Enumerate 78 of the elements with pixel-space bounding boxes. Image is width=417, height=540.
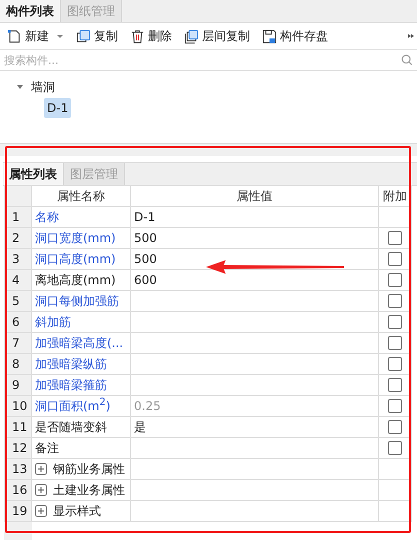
- checkbox[interactable]: [388, 399, 402, 413]
- more-icon[interactable]: [407, 32, 415, 40]
- property-value[interactable]: 是: [131, 417, 379, 438]
- copy-icon: [76, 28, 91, 44]
- property-value[interactable]: 600: [131, 270, 379, 291]
- checkbox[interactable]: [388, 441, 402, 455]
- checkbox[interactable]: [388, 357, 402, 371]
- property-name: 备注: [32, 438, 131, 459]
- column-header: 附加: [379, 186, 412, 207]
- checkbox[interactable]: [388, 231, 402, 245]
- checkbox[interactable]: [388, 420, 402, 434]
- toolbar-button[interactable]: 构件存盘: [259, 28, 331, 44]
- layer-copy-icon: [184, 28, 199, 44]
- table-cell: [379, 480, 412, 501]
- checkbox[interactable]: [388, 294, 402, 308]
- row-number: 2: [5, 228, 32, 249]
- row-number: 8: [5, 354, 32, 375]
- row-number: 9: [5, 375, 32, 396]
- empty-value-cell[interactable]: [131, 291, 379, 312]
- row-number: 12: [5, 438, 32, 459]
- column-header: 属性名称: [32, 186, 131, 207]
- row-number: 5: [5, 291, 32, 312]
- toolbar-button[interactable]: 复制: [73, 28, 121, 44]
- trash-icon: [130, 28, 145, 44]
- empty-value-cell[interactable]: [131, 438, 379, 459]
- row-number: 10: [5, 396, 32, 417]
- row-number: 4: [5, 270, 32, 291]
- row-number: 11: [5, 417, 32, 438]
- row-number: 1: [5, 207, 32, 228]
- panel-tab[interactable]: 属性列表: [3, 163, 64, 185]
- property-name: 加强暗梁纵筋: [32, 354, 131, 375]
- property-name: 名称: [32, 207, 131, 228]
- table-cell: [379, 501, 412, 522]
- checkbox[interactable]: [388, 273, 402, 287]
- property-name: 斜加筋: [32, 312, 131, 333]
- toolbar-button[interactable]: 新建: [4, 28, 67, 44]
- expand-icon[interactable]: [35, 484, 47, 496]
- property-name: 离地高度(mm): [32, 270, 131, 291]
- empty-value-cell[interactable]: [131, 333, 379, 354]
- group-name: 钢筋业务属性: [53, 460, 125, 478]
- tree-item[interactable]: 墙洞: [28, 76, 58, 98]
- group-name: 土建业务属性: [53, 482, 125, 498]
- toolbar-button[interactable]: 删除: [127, 28, 175, 44]
- save-icon: [262, 28, 277, 44]
- property-name: 洞口面积(m$^{2}$): [32, 396, 131, 417]
- property-name: 洞口宽度(mm): [32, 228, 131, 249]
- empty-value-cell[interactable]: [131, 312, 379, 333]
- row-number: 3: [5, 249, 32, 270]
- row-number: 19: [5, 501, 32, 522]
- panel-tab[interactable]: 构件列表: [0, 0, 61, 22]
- checkbox[interactable]: [388, 336, 402, 350]
- checkbox[interactable]: [388, 252, 402, 266]
- row-number: 16: [5, 480, 32, 501]
- toolbar-button[interactable]: 层间复制: [181, 28, 253, 44]
- property-name: 洞口高度(mm): [32, 249, 131, 270]
- group-name: 显示样式: [53, 502, 101, 520]
- search-icon: [401, 54, 413, 66]
- column-header: 属性值: [131, 186, 379, 207]
- empty-value-cell[interactable]: [131, 354, 379, 375]
- property-value[interactable]: 500: [131, 228, 379, 249]
- tree-item[interactable]: D-1: [44, 98, 72, 118]
- checkbox[interactable]: [388, 315, 402, 329]
- property-name: 洞口每侧加强筋: [32, 291, 131, 312]
- caret-icon: [56, 32, 64, 40]
- property-name: 加强暗梁高度(...: [32, 333, 131, 354]
- row-number: 7: [5, 333, 32, 354]
- new-document-icon: [7, 28, 22, 44]
- property-name: 加强暗梁箍筋: [32, 375, 131, 396]
- expand-icon[interactable]: [35, 505, 47, 517]
- row-number: 6: [5, 312, 32, 333]
- expand-caret-icon[interactable]: [16, 83, 24, 91]
- checkbox[interactable]: [388, 378, 402, 392]
- empty-value-cell[interactable]: [131, 375, 379, 396]
- search-field[interactable]: 搜索构件...: [4, 54, 401, 66]
- expand-icon[interactable]: [35, 463, 47, 475]
- property-name: 是否随墙变斜: [32, 417, 131, 438]
- row-number: 13: [5, 459, 32, 480]
- property-value[interactable]: D-1: [131, 207, 379, 228]
